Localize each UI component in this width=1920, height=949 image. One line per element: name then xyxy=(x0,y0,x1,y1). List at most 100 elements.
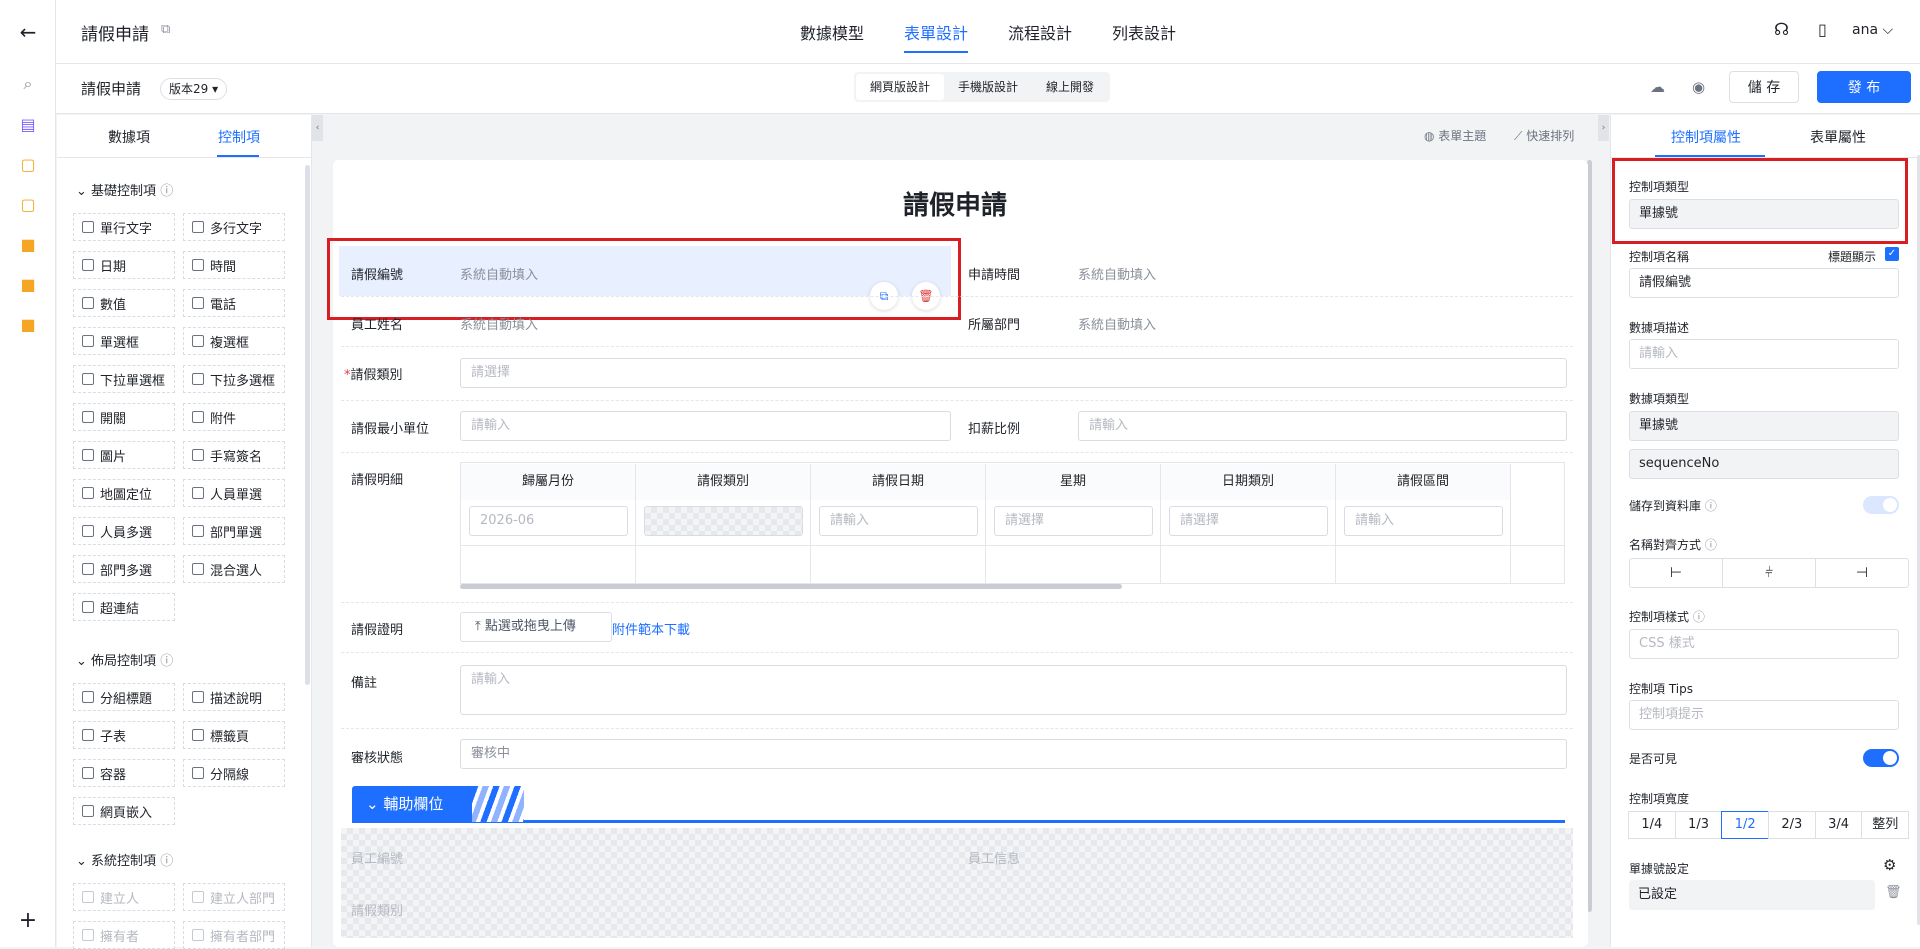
field-value-department[interactable]: 系統自動填入 xyxy=(1078,314,1156,333)
mode-mobile[interactable]: 手機版設計 xyxy=(944,74,1032,100)
field-value-employee-name[interactable]: 系統自動填入 xyxy=(460,314,538,333)
control-item[interactable]: 下拉單選框 xyxy=(73,365,175,393)
control-item[interactable]: 時間 xyxy=(183,251,285,279)
chat-icon-2[interactable]: ▢ xyxy=(18,194,38,214)
remark-textarea[interactable]: 請輸入 xyxy=(460,665,1567,715)
control-item[interactable]: 複選框 xyxy=(183,327,285,355)
add-icon[interactable]: + xyxy=(18,908,38,933)
width-option[interactable]: 1/3 xyxy=(1674,811,1723,839)
chat-icon[interactable]: ▢ xyxy=(18,154,38,174)
control-item[interactable]: 附件 xyxy=(183,403,285,431)
help-icon[interactable]: ⓘ xyxy=(160,854,173,869)
aux-group-title[interactable]: ⌄ 輔助欄位 xyxy=(352,786,472,822)
show-title-checkbox[interactable]: ✓ xyxy=(1885,247,1899,261)
subtable-scrollbar[interactable] xyxy=(460,584,1122,589)
form-theme-button[interactable]: ◍ 表單主題 xyxy=(1424,127,1486,144)
width-option[interactable]: 2/3 xyxy=(1768,811,1816,839)
tab-form-design[interactable]: 表單設計 xyxy=(904,20,969,53)
control-item[interactable]: 分隔線 xyxy=(183,759,285,787)
control-item[interactable]: 子表 xyxy=(73,721,175,749)
save-button[interactable]: 儲 存 xyxy=(1729,71,1799,103)
control-item[interactable]: 建立人 xyxy=(73,883,175,911)
align-left-icon[interactable]: ⊢ xyxy=(1630,559,1723,587)
section-title[interactable]: ⌄ 基礎控制項 ⓘ xyxy=(76,180,173,199)
help-icon[interactable]: ⓘ xyxy=(1705,499,1717,513)
control-item[interactable]: 人員單選 xyxy=(183,479,285,507)
min-unit-input[interactable]: 請輸入 xyxy=(460,411,951,441)
width-option[interactable]: 1/4 xyxy=(1628,811,1676,839)
control-item[interactable]: 手寫簽名 xyxy=(183,441,285,469)
detail-cell-input[interactable]: 2026-06 xyxy=(469,506,628,536)
control-item[interactable]: 擁有者部門 xyxy=(183,921,285,949)
tab-flow-design[interactable]: 流程設計 xyxy=(1008,20,1072,44)
control-item[interactable]: 圖片 xyxy=(73,441,175,469)
control-item[interactable]: 單選框 xyxy=(73,327,175,355)
css-style-input[interactable]: CSS 樣式 xyxy=(1629,629,1899,659)
width-option[interactable]: 3/4 xyxy=(1814,811,1863,839)
section-title[interactable]: ⌄ 佈局控制項 ⓘ xyxy=(76,650,173,669)
mode-online-dev[interactable]: 線上開發 xyxy=(1032,74,1108,100)
collapse-right-icon[interactable]: › xyxy=(1598,115,1609,141)
collapse-left-icon[interactable]: ‹ xyxy=(312,115,323,141)
width-option[interactable]: 整列 xyxy=(1861,811,1910,839)
control-item[interactable]: 擁有者 xyxy=(73,921,175,949)
review-status-field[interactable]: 審核中 xyxy=(460,739,1567,769)
book-icon[interactable]: ▯ xyxy=(1818,20,1827,39)
control-item[interactable]: 部門單選 xyxy=(183,517,285,545)
help-icon[interactable]: ⓘ xyxy=(1705,538,1717,552)
help-icon[interactable]: ⓘ xyxy=(1693,610,1705,624)
store-db-toggle[interactable] xyxy=(1863,496,1899,514)
control-item[interactable]: 部門多選 xyxy=(73,555,175,583)
tab-list-design[interactable]: 列表設計 xyxy=(1112,20,1176,44)
search-icon[interactable]: ⌕ xyxy=(18,74,38,94)
trash-icon[interactable]: 🗑 xyxy=(1885,885,1902,900)
folder-icon-2[interactable]: ■ xyxy=(18,274,38,294)
tab-control-props[interactable]: 控制項屬性 xyxy=(1671,127,1741,147)
tips-input[interactable]: 控制項提示 xyxy=(1629,700,1899,730)
control-item[interactable]: 日期 xyxy=(73,251,175,279)
ctl-name-input[interactable]: 請假編號 xyxy=(1629,268,1899,298)
help-icon[interactable]: ⓘ xyxy=(160,654,173,669)
control-item[interactable]: 單行文字 xyxy=(73,213,175,241)
align-center-icon[interactable]: ⫩ xyxy=(1723,559,1816,587)
external-link-icon[interactable]: ⧉ xyxy=(161,22,170,37)
control-item[interactable]: 數值 xyxy=(73,289,175,317)
detail-cell-input[interactable]: 請輸入 xyxy=(819,506,978,536)
field-value-apply-time[interactable]: 系統自動填入 xyxy=(1078,264,1156,283)
detail-cell-input[interactable] xyxy=(644,506,803,536)
tab-data-items[interactable]: 數據項 xyxy=(108,127,150,147)
visible-toggle[interactable] xyxy=(1863,749,1899,767)
control-item[interactable]: 網頁嵌入 xyxy=(73,797,175,825)
section-title[interactable]: ⌄ 系統控制項 ⓘ xyxy=(76,850,173,869)
align-right-icon[interactable]: ⊣ xyxy=(1816,559,1908,587)
table-icon[interactable]: ▤ xyxy=(18,114,38,134)
preview-eye-icon[interactable]: ◉ xyxy=(1692,78,1705,96)
mode-web[interactable]: 網頁版設計 xyxy=(856,74,945,100)
cloud-upload-icon[interactable]: ☁ xyxy=(1650,78,1665,96)
control-item[interactable]: 超連結 xyxy=(73,593,175,621)
left-scrollbar[interactable] xyxy=(305,165,310,685)
control-item[interactable]: 混合選人 xyxy=(183,555,285,583)
detail-cell-input[interactable]: 請選擇 xyxy=(1169,506,1328,536)
quick-arrange-button[interactable]: ⟋ 快速排列 xyxy=(1514,127,1574,144)
control-item[interactable]: 描述說明 xyxy=(183,683,285,711)
control-item[interactable]: 容器 xyxy=(73,759,175,787)
tab-data-model[interactable]: 數據模型 xyxy=(800,20,864,44)
folder-icon[interactable]: ■ xyxy=(18,234,38,254)
upload-button[interactable]: ⤒ 點選或拖曳上傳 xyxy=(460,612,612,642)
control-item[interactable]: 人員多選 xyxy=(73,517,175,545)
template-download-link[interactable]: 附件範本下載 xyxy=(612,619,690,638)
settings-gear-icon[interactable]: ⚙ xyxy=(1883,856,1896,874)
back-arrow-icon[interactable]: ← xyxy=(18,20,38,44)
control-item[interactable]: 開關 xyxy=(73,403,175,431)
control-item[interactable]: 建立人部門 xyxy=(183,883,285,911)
control-item[interactable]: 多行文字 xyxy=(183,213,285,241)
deduct-ratio-input[interactable]: 請輸入 xyxy=(1078,411,1567,441)
folder-icon-3[interactable]: ■ xyxy=(18,314,38,334)
help-icon[interactable]: ⓘ xyxy=(160,184,173,199)
control-item[interactable]: 標籤頁 xyxy=(183,721,285,749)
control-item[interactable]: 下拉多選框 xyxy=(183,365,285,393)
version-select[interactable]: 版本29 ▾ xyxy=(160,78,228,100)
detail-cell-input[interactable]: 請輸入 xyxy=(1344,506,1503,536)
control-item[interactable]: 地圖定位 xyxy=(73,479,175,507)
